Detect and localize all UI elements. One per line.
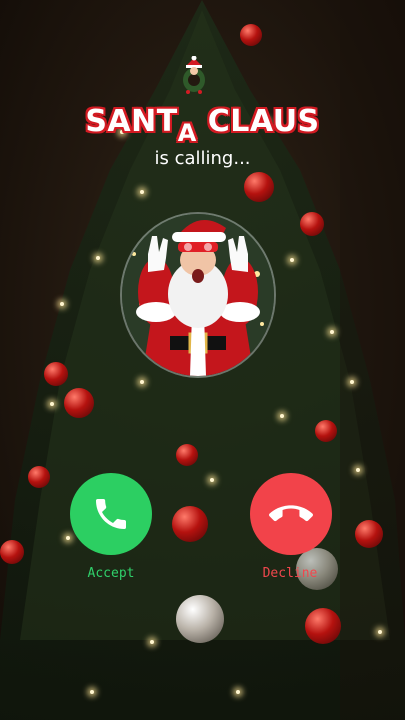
light [280,414,284,418]
light [140,380,144,384]
ornament [355,520,383,548]
light [90,690,94,694]
light [356,468,360,472]
call-status: is calling... [154,148,251,169]
accept-label: Accept [87,566,135,581]
santa-portrait [122,214,274,376]
light [378,630,382,634]
light [140,190,144,194]
ornament [300,212,324,236]
ornament [0,540,24,564]
phone-icon [96,499,126,529]
ornament [305,608,341,644]
caller-avatar [120,212,276,378]
santa-wreath-icon [183,56,205,94]
light [66,536,70,540]
decline-label: Decline [262,566,318,581]
light [60,302,64,306]
caller-name-text: SANTA CLAUS [85,104,320,147]
light [236,690,240,694]
accept-button[interactable] [70,473,152,555]
ornament [176,595,224,643]
ornament [28,466,50,488]
caller-name: SANTA CLAUS [0,104,405,147]
light [350,380,354,384]
ornament [315,420,337,442]
ornament [244,172,274,202]
ornament [240,24,262,46]
light [96,256,100,260]
light [150,640,154,644]
ornament [44,362,68,386]
incoming-call-screen: SANTA CLAUS is calling... Accept Decline [0,0,405,720]
ornament [64,388,94,418]
light [210,478,214,482]
ornament [176,444,198,466]
ornament [172,506,208,542]
light [290,258,294,262]
hang-up-icon [269,505,313,522]
light [50,402,54,406]
light [330,330,334,334]
decline-button[interactable] [250,473,332,555]
